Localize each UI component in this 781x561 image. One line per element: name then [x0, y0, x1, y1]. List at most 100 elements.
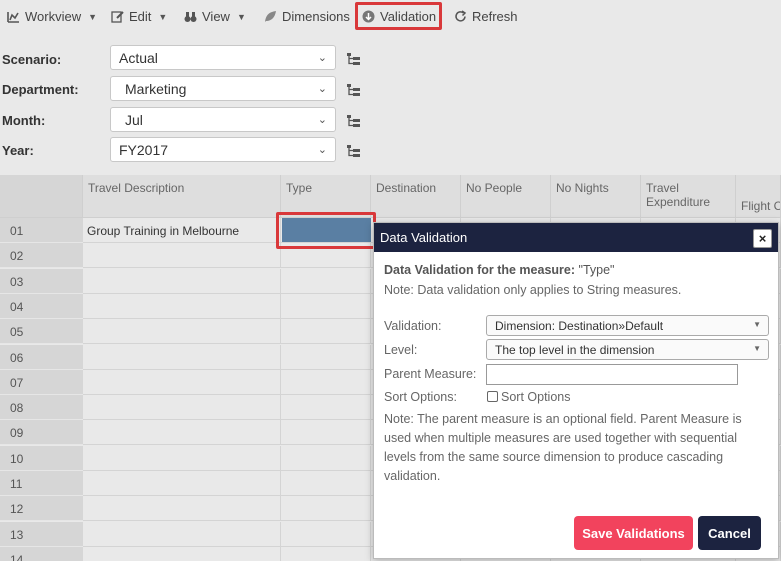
refresh-button[interactable]: Refresh [450, 4, 522, 29]
save-validations-label: Save Validations [582, 525, 685, 541]
grid-cell[interactable] [83, 369, 281, 395]
grid-cell[interactable] [281, 268, 371, 294]
hierarchy-icon[interactable] [347, 84, 360, 96]
grid-cell[interactable] [83, 521, 281, 547]
grid-cell[interactable] [83, 268, 281, 294]
department-select[interactable]: Marketing ⌄ [110, 76, 336, 101]
sort-options-checkbox[interactable] [487, 391, 498, 402]
grid-cell[interactable] [83, 344, 281, 370]
grid-cell[interactable] [281, 546, 371, 561]
row-header[interactable]: 09 [0, 420, 83, 446]
string-note: Note: Data validation only applies to St… [384, 283, 682, 297]
sort-options-checkbox-label[interactable]: Sort Options [501, 390, 570, 404]
row-header[interactable]: 03 [0, 268, 83, 294]
chart-icon [7, 12, 19, 23]
scenario-label: Scenario: [2, 52, 62, 67]
scenario-select[interactable]: Actual ⌄ [110, 45, 336, 70]
department-value: Marketing [125, 80, 187, 97]
level-field-label: Level: [384, 343, 418, 357]
workview-menu[interactable]: Workview ▼ [3, 4, 101, 29]
grid-cell[interactable] [281, 420, 371, 446]
row-header[interactable]: 14 [0, 546, 83, 561]
close-button[interactable]: × [753, 229, 772, 248]
save-validations-button[interactable]: Save Validations [574, 516, 693, 550]
chevron-down-icon: ⌄ [317, 114, 327, 126]
hierarchy-icon[interactable] [347, 145, 360, 157]
dropdown-arrow-icon: ▼ [753, 344, 761, 353]
parent-measure-input[interactable] [486, 364, 738, 385]
chevron-down-icon: ⌄ [317, 83, 327, 95]
grid-cell[interactable] [83, 243, 281, 269]
chevron-down-icon: ▼ [158, 11, 168, 22]
view-menu[interactable]: View ▼ [180, 4, 250, 29]
sort-options-label: Sort Options: [384, 390, 457, 404]
hierarchy-icon[interactable] [347, 115, 360, 127]
row-header[interactable]: 08 [0, 395, 83, 421]
row-header[interactable]: 07 [0, 369, 83, 395]
refresh-icon [455, 10, 467, 22]
row-header[interactable]: 05 [0, 319, 83, 345]
grid-cell[interactable] [281, 319, 371, 345]
validation-field-label: Validation: [384, 319, 442, 333]
grid-cell[interactable] [281, 521, 371, 547]
row-header[interactable]: 01 [0, 218, 83, 243]
grid-cell[interactable] [83, 546, 281, 561]
row-header[interactable]: 13 [0, 521, 83, 547]
level-select-value: The top level in the dimension [495, 343, 655, 357]
dialog-body: Data Validation for the measure: "Type" … [374, 252, 778, 560]
cancel-button[interactable]: Cancel [698, 516, 761, 550]
grid-cell[interactable] [281, 293, 371, 319]
edit-icon [111, 11, 124, 23]
scenario-value: Actual [119, 49, 158, 66]
workview-label: Workview [25, 9, 82, 24]
grid-cell[interactable] [83, 420, 281, 446]
grid-cell[interactable] [281, 496, 371, 522]
year-select[interactable]: FY2017 ⌄ [110, 137, 336, 162]
validation-highlight [355, 2, 442, 30]
data-validation-dialog: Data Validation × Data Validation for th… [373, 222, 779, 559]
grid-cell[interactable] [83, 496, 281, 522]
row-header[interactable]: 02 [0, 243, 83, 269]
grid-cell[interactable] [83, 471, 281, 496]
row-header[interactable]: 06 [0, 344, 83, 370]
parent-measure-note: Note: The parent measure is an optional … [384, 412, 742, 483]
row-header[interactable]: 10 [0, 445, 83, 471]
row-header[interactable]: 11 [0, 471, 83, 496]
edit-menu[interactable]: Edit ▼ [107, 4, 171, 29]
chevron-down-icon: ▼ [88, 11, 98, 22]
parent-measure-label: Parent Measure: [384, 367, 477, 381]
chevron-down-icon: ⌄ [317, 144, 327, 156]
column-header-destination[interactable]: Destination [371, 175, 461, 218]
dimensions-button[interactable]: Dimensions [260, 4, 354, 29]
level-select[interactable]: The top level in the dimension ▼ [486, 339, 769, 360]
grid-cell[interactable] [281, 471, 371, 496]
hierarchy-icon[interactable] [347, 53, 360, 65]
column-header-travel-expenditure[interactable]: Travel Expenditure [641, 175, 736, 218]
dialog-header: Data Validation × [374, 223, 778, 252]
grid-cell[interactable] [281, 445, 371, 471]
column-header-travel-description[interactable]: Travel Description [83, 175, 281, 218]
column-header-no-people[interactable]: No People [461, 175, 551, 218]
grid-cell[interactable] [83, 293, 281, 319]
grid-cell[interactable] [83, 445, 281, 471]
year-label: Year: [2, 143, 34, 158]
chevron-down-icon: ⌄ [317, 52, 327, 64]
dimensions-label: Dimensions [282, 9, 350, 24]
month-select[interactable]: Jul ⌄ [110, 107, 336, 132]
month-value: Jul [125, 111, 143, 128]
grid-cell[interactable]: Group Training in Melbourne [83, 218, 281, 243]
grid-cell[interactable] [281, 395, 371, 421]
validation-select[interactable]: Dimension: Destination»Default ▼ [486, 315, 769, 336]
column-header-flight-cost[interactable]: Flight Co [736, 175, 781, 218]
toolbar: Workview ▼ Edit ▼ View ▼ Dimensions Vali… [0, 0, 781, 32]
grid-cell[interactable] [281, 344, 371, 370]
close-icon: × [758, 231, 767, 246]
grid-cell[interactable] [83, 319, 281, 345]
column-header-no-nights[interactable]: No Nights [551, 175, 641, 218]
row-header[interactable]: 04 [0, 293, 83, 319]
grid-cell[interactable] [281, 369, 371, 395]
refresh-label: Refresh [472, 9, 518, 24]
grid-cell[interactable] [83, 395, 281, 421]
row-header[interactable]: 12 [0, 496, 83, 522]
measure-heading: Data Validation for the measure: "Type" [384, 263, 614, 277]
